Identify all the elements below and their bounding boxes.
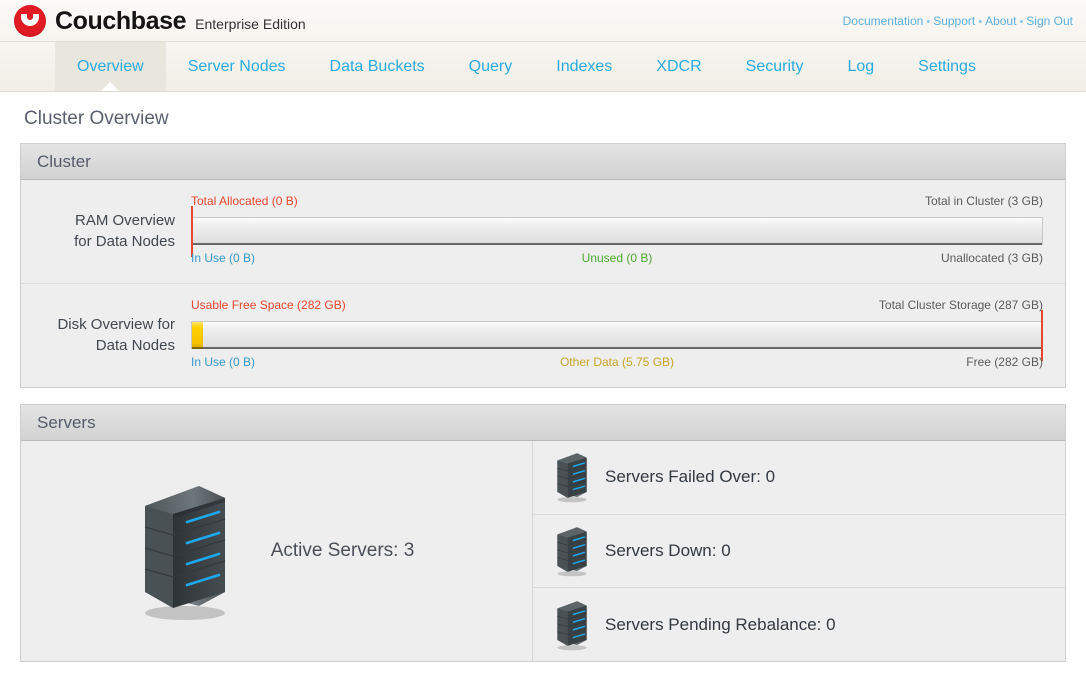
brand-name: Couchbase [55, 6, 187, 35]
ram-label-line2: for Data Nodes [74, 232, 175, 250]
top-links: Documentation • Support • About • Sign Out [843, 14, 1073, 28]
ram-overview-row: RAM Overview for Data Nodes Total Alloca… [21, 180, 1065, 283]
support-link[interactable]: Support [933, 14, 975, 28]
disk-gauge-fill [192, 322, 204, 349]
servers-failed-over-row: Servers Failed Over: 0 [533, 441, 1065, 514]
servers-down-row: Servers Down: 0 [533, 513, 1065, 588]
disk-usable-free-space-marker [1041, 310, 1043, 361]
disk-other-data-label: Other Data (5.75 GB) [559, 355, 675, 369]
ram-total-in-cluster-label: Total in Cluster (3 GB) [924, 194, 1043, 208]
tab-data-buckets[interactable]: Data Buckets [308, 42, 447, 91]
ram-gauge-bar [191, 206, 1043, 257]
disk-overview-row: Disk Overview for Data Nodes Usable Free… [21, 283, 1065, 387]
ram-unused-label: Unused (0 B) [581, 251, 653, 265]
tab-settings[interactable]: Settings [896, 42, 998, 91]
tab-log[interactable]: Log [825, 42, 896, 91]
ram-gauge-bottom-labels: In Use (0 B) Unused (0 B) Unallocated (3… [191, 251, 1043, 269]
tab-security[interactable]: Security [724, 42, 826, 91]
couchbase-logo-icon [14, 5, 46, 37]
top-bar: Couchbase Enterprise Edition Documentati… [0, 0, 1086, 42]
server-rack-icon [557, 600, 587, 650]
servers-down-label: Servers Down: 0 [605, 541, 731, 560]
about-link[interactable]: About [985, 14, 1016, 28]
server-rack-icon [557, 453, 587, 503]
documentation-link[interactable]: Documentation [843, 14, 924, 28]
sign-out-link[interactable]: Sign Out [1026, 14, 1073, 28]
tab-server-nodes[interactable]: Server Nodes [166, 42, 308, 91]
link-separator: • [1019, 16, 1024, 28]
disk-gauge: Usable Free Space (282 GB) Total Cluster… [191, 298, 1043, 373]
disk-gauge-bottom-labels: In Use (0 B) Other Data (5.75 GB) Free (… [191, 355, 1043, 373]
active-servers-label: Active Servers: 3 [270, 540, 415, 561]
brand: Couchbase Enterprise Edition [14, 5, 306, 37]
disk-overview-label: Disk Overview for Data Nodes [21, 315, 191, 356]
ram-total-allocated-marker [191, 206, 193, 257]
server-status-list: Servers Failed Over: 0 Servers Down: 0 S… [533, 441, 1065, 661]
edition-label: Enterprise Edition [195, 16, 306, 32]
tab-overview[interactable]: Overview [55, 42, 166, 91]
servers-panel: Servers Active Servers: 3 Servers Failed… [20, 404, 1066, 662]
page-content: Cluster RAM Overview for Data Nodes Tota… [0, 143, 1086, 662]
active-servers-block: Active Servers: 3 [21, 441, 533, 661]
cluster-panel: Cluster RAM Overview for Data Nodes Tota… [20, 143, 1066, 388]
servers-panel-body: Active Servers: 3 Servers Failed Over: 0… [21, 441, 1065, 661]
ram-in-use-label: In Use (0 B) [191, 251, 256, 265]
tab-xdcr[interactable]: XDCR [634, 42, 723, 91]
disk-label-line2: Data Nodes [95, 336, 175, 354]
server-rack-icon [557, 527, 587, 577]
page-title: Cluster Overview [24, 108, 169, 129]
tab-query[interactable]: Query [447, 42, 535, 91]
disk-in-use-label: In Use (0 B) [191, 355, 256, 369]
disk-gauge-top-labels: Usable Free Space (282 GB) Total Cluster… [191, 298, 1043, 316]
servers-panel-header: Servers [21, 405, 1065, 441]
ram-gauge-top-labels: Total Allocated (0 B) Total in Cluster (… [191, 194, 1043, 212]
servers-pending-rebalance-row: Servers Pending Rebalance: 0 [533, 587, 1065, 661]
tab-indexes[interactable]: Indexes [534, 42, 634, 91]
disk-label-line1: Disk Overview for [57, 316, 175, 334]
ram-total-allocated-label: Total Allocated (0 B) [191, 194, 298, 208]
servers-failed-over-label: Servers Failed Over: 0 [605, 467, 776, 487]
disk-gauge-bar [191, 310, 1043, 361]
ram-gauge: Total Allocated (0 B) Total in Cluster (… [191, 194, 1043, 269]
cluster-panel-header: Cluster [21, 144, 1065, 180]
main-navigation-tabs: Overview Server Nodes Data Buckets Query… [0, 42, 1086, 92]
link-separator: • [978, 16, 983, 28]
ram-overview-label: RAM Overview for Data Nodes [21, 211, 191, 252]
disk-free-label: Free (282 GB) [966, 355, 1043, 369]
servers-pending-rebalance-label: Servers Pending Rebalance: 0 [605, 614, 836, 634]
ram-unallocated-label: Unallocated (3 GB) [940, 251, 1043, 265]
disk-usable-free-space-label: Usable Free Space (282 GB) [191, 298, 346, 312]
server-rack-icon [144, 486, 225, 620]
disk-total-storage-label: Total Cluster Storage (287 GB) [878, 298, 1043, 312]
link-separator: • [926, 16, 931, 28]
ram-label-line1: RAM Overview [74, 212, 175, 230]
